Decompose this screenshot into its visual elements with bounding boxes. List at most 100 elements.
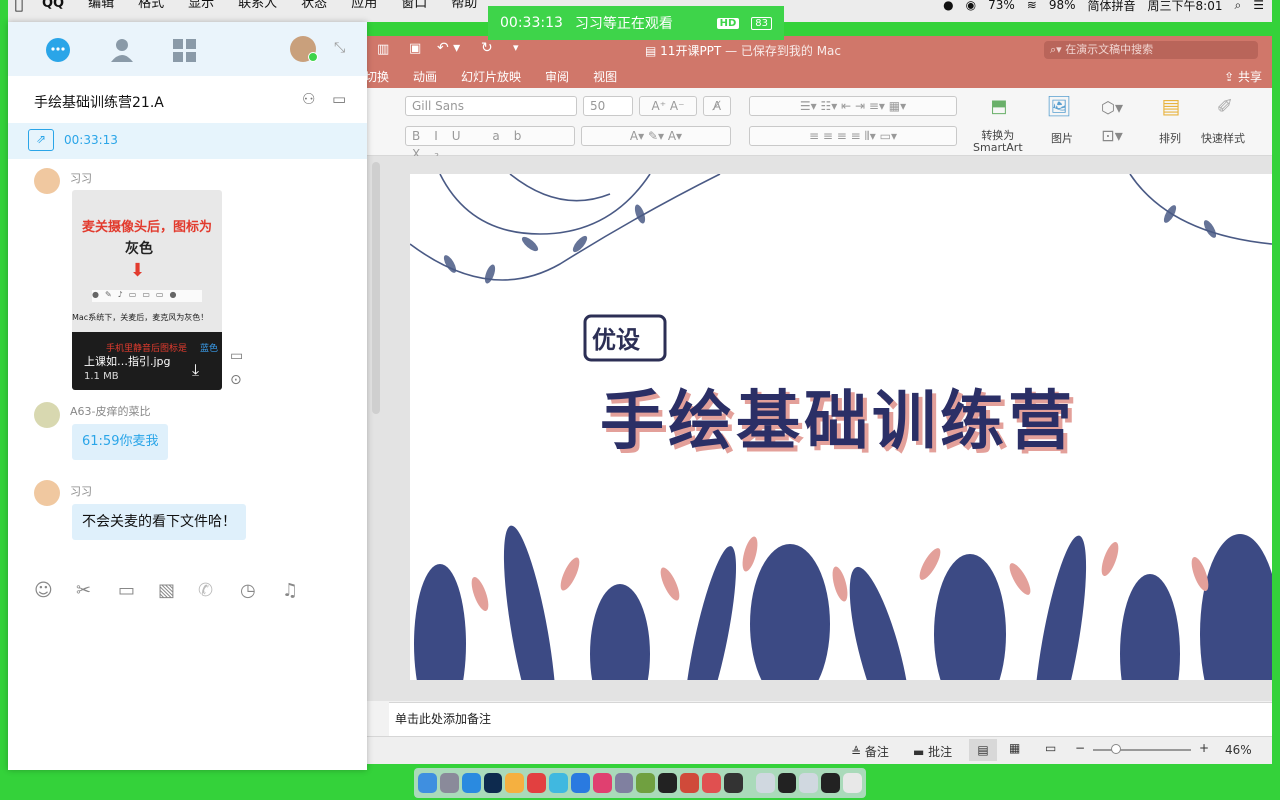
- input-method-label[interactable]: 简体拼音: [1088, 0, 1136, 14]
- notes-toggle-button[interactable]: ≜ 备注: [851, 743, 889, 760]
- app-icon[interactable]: [614, 773, 634, 793]
- menu-edit[interactable]: 编辑: [76, 0, 126, 15]
- emoji-icon[interactable]: ☺: [34, 580, 58, 604]
- browser-icon[interactable]: [549, 773, 568, 793]
- contacts-icon[interactable]: [108, 36, 136, 64]
- phone-icon[interactable]: ✆: [198, 580, 222, 604]
- safari-icon[interactable]: [461, 773, 481, 793]
- zoom-in-icon[interactable]: +: [1199, 741, 1209, 755]
- font-size-select[interactable]: 50: [583, 96, 633, 116]
- menu-status[interactable]: 状态: [289, 0, 339, 15]
- search-input[interactable]: ⌕▾ 在演示文稿中搜索: [1044, 41, 1258, 59]
- message-bubble[interactable]: 不会关麦的看下文件哈！: [72, 504, 246, 540]
- clear-format-icon[interactable]: A̸: [703, 96, 731, 116]
- align-buttons[interactable]: ≡ ≡ ≡ ≡ ⦀▾ ▭▾: [749, 126, 957, 146]
- download-icon[interactable]: ⤓: [192, 360, 199, 380]
- clock[interactable]: 周三下午8:01: [1148, 0, 1223, 14]
- scissors-icon[interactable]: ✂: [76, 580, 100, 604]
- comments-toggle-button[interactable]: ▬ 批注: [913, 743, 952, 760]
- more-options-icon[interactable]: ⊙: [230, 372, 242, 388]
- shapes-textbox-icons[interactable]: ⬡▾ ⊡▾: [1095, 94, 1129, 150]
- picture-icon[interactable]: 🖼: [1041, 94, 1077, 122]
- zoom-level[interactable]: 46%: [1225, 743, 1252, 757]
- arrange-button[interactable]: 排列: [1159, 130, 1181, 146]
- wifi-icon[interactable]: ≋: [1027, 0, 1037, 12]
- collapse-icon[interactable]: ⤡: [334, 40, 345, 56]
- app-icon[interactable]: [701, 773, 721, 793]
- undo-icon[interactable]: ↶ ▾: [437, 40, 460, 56]
- screen-share-banner[interactable]: 00:33:13 习习等正在观看 HD 83: [488, 6, 784, 40]
- trash-icon[interactable]: [843, 773, 862, 793]
- tab-transitions[interactable]: 切换: [365, 68, 401, 85]
- avatar[interactable]: [34, 402, 60, 428]
- save-icon[interactable]: ▣: [409, 41, 421, 56]
- list-buttons[interactable]: ☰▾ ☷▾ ⇤ ⇥ ≡▾ ▦▾: [749, 96, 957, 116]
- menu-help[interactable]: 帮助: [439, 0, 489, 15]
- open-folder-icon[interactable]: ▭: [230, 348, 243, 364]
- sidebar-toggle-icon[interactable]: ▥: [377, 42, 389, 57]
- finder-icon[interactable]: [418, 773, 437, 793]
- mute-bell-icon[interactable]: ♫: [282, 580, 306, 604]
- window-thumbnail-icon[interactable]: [799, 773, 819, 793]
- apps-grid-icon[interactable]: [172, 38, 198, 64]
- quick-style-icon[interactable]: ✐: [1207, 94, 1243, 122]
- weibo-icon[interactable]: ◉: [966, 0, 976, 12]
- menu-format[interactable]: 格式: [126, 0, 176, 15]
- messages-icon[interactable]: [44, 36, 72, 64]
- history-clock-icon[interactable]: ◷: [240, 580, 264, 604]
- menu-window[interactable]: 窗口: [389, 0, 439, 15]
- obs-icon[interactable]: [723, 773, 743, 793]
- photoshop-icon[interactable]: [483, 773, 503, 793]
- zoom-slider-handle[interactable]: [1111, 744, 1121, 754]
- screen-share-bar[interactable]: ⇗ 00:33:13: [8, 123, 367, 159]
- app-store-icon[interactable]: [570, 773, 590, 793]
- font-name-select[interactable]: Gill Sans: [405, 96, 577, 116]
- netease-music-icon[interactable]: [527, 773, 547, 793]
- avatar[interactable]: [34, 480, 60, 506]
- window-thumbnail-icon[interactable]: [777, 773, 797, 793]
- app-icon[interactable]: [636, 773, 656, 793]
- quick-style-button[interactable]: 快速样式: [1201, 130, 1245, 146]
- window-thumbnail-icon[interactable]: [821, 773, 841, 793]
- hd-badge[interactable]: HD: [716, 17, 740, 29]
- normal-view-icon[interactable]: ▤: [969, 739, 997, 761]
- battery-label[interactable]: 98%: [1049, 0, 1076, 12]
- message-bubble[interactable]: 61:59你麦我: [72, 424, 169, 460]
- text-style-buttons[interactable]: BIU ab X₂: [405, 126, 575, 161]
- menu-list-icon[interactable]: ☰: [1253, 0, 1264, 12]
- viewer-count-badge[interactable]: 83: [751, 16, 772, 30]
- photos-icon[interactable]: [505, 773, 525, 793]
- zoom-out-icon[interactable]: −: [1075, 741, 1085, 755]
- apple-icon[interactable]: : [8, 0, 30, 13]
- avatar[interactable]: [34, 168, 60, 194]
- search-icon[interactable]: ⌕: [1235, 0, 1242, 13]
- slide-sorter-icon[interactable]: ▦: [1009, 741, 1020, 755]
- share-button[interactable]: ⇪ 共享: [1224, 68, 1262, 85]
- slide-canvas[interactable]: 优设 手绘基础训练营: [410, 174, 1272, 680]
- text-color-buttons[interactable]: A▾ ✎▾ A▾: [581, 126, 731, 146]
- redo-icon[interactable]: ↻: [481, 40, 493, 56]
- window-thumbnail-icon[interactable]: [755, 773, 775, 793]
- qq-icon[interactable]: [658, 773, 678, 793]
- video-icon[interactable]: [592, 773, 612, 793]
- menu-contacts[interactable]: 联系人: [226, 0, 289, 15]
- file-message[interactable]: 麦关摄像头后，图标为 灰色 ⬇ ●✎♪▭▭▭● Mac系统下，关麦后，麦克风为灰…: [72, 190, 222, 390]
- notes-input[interactable]: 单击此处添加备注: [389, 702, 1272, 736]
- zoom-slider[interactable]: [1093, 749, 1191, 751]
- launchpad-icon[interactable]: [439, 773, 459, 793]
- picture-button[interactable]: 图片: [1051, 130, 1073, 146]
- qq-status-icon[interactable]: ●: [943, 0, 953, 12]
- menu-apps[interactable]: 应用: [339, 0, 389, 15]
- tab-view[interactable]: 视图: [581, 68, 629, 85]
- arrange-icon[interactable]: ▤: [1153, 94, 1189, 122]
- tab-slideshow[interactable]: 幻灯片放映: [449, 68, 533, 85]
- smartart-icon[interactable]: ⬒: [981, 96, 1017, 118]
- picture-icon[interactable]: ▧: [158, 580, 182, 604]
- folder-icon[interactable]: ▭: [332, 90, 346, 108]
- tab-review[interactable]: 审阅: [533, 68, 581, 85]
- add-member-icon[interactable]: ⚇: [302, 90, 315, 108]
- chat-scrollbar[interactable]: [372, 162, 380, 414]
- powerpoint-icon[interactable]: [680, 773, 699, 793]
- tab-animations[interactable]: 动画: [401, 68, 449, 85]
- customize-icon[interactable]: ▾: [513, 41, 519, 54]
